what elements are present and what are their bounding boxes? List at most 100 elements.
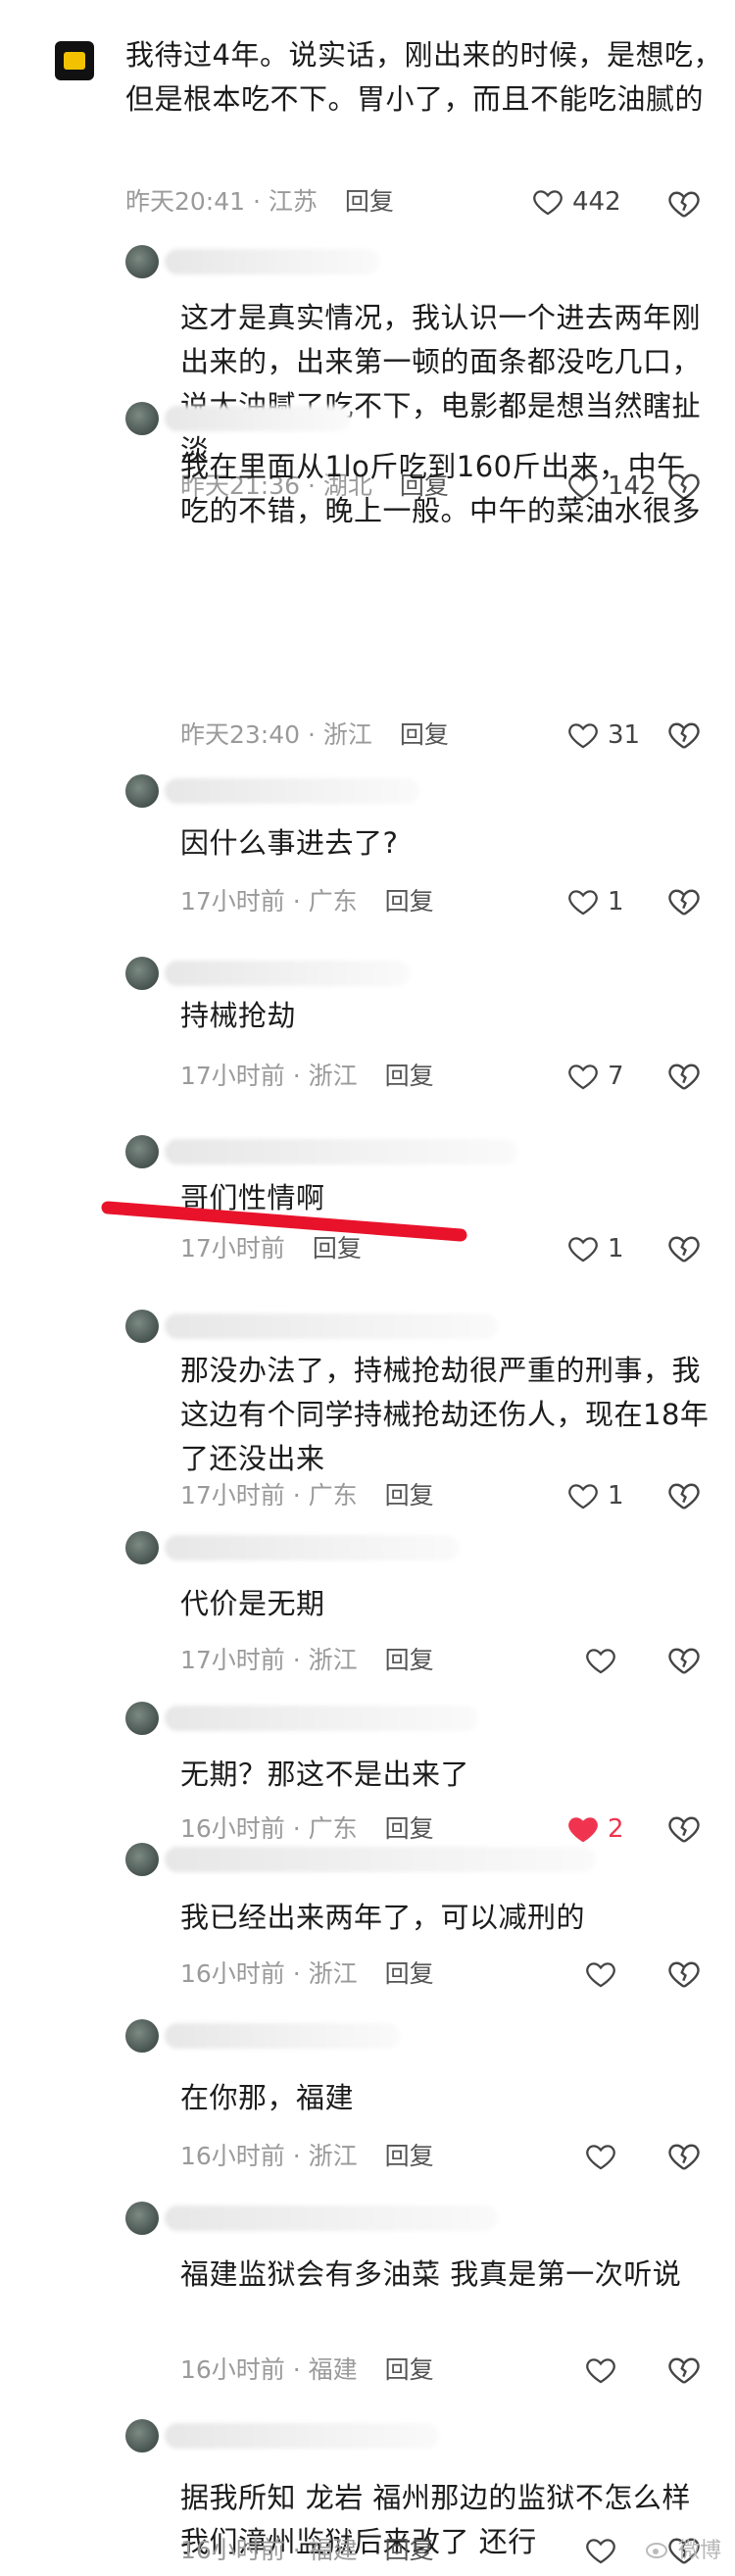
like-count: 1 [608,1481,624,1511]
reply-button[interactable]: 回复 [385,884,434,919]
comment-meta: 17小时前 · 广东 回复 [180,1478,434,1513]
like-button[interactable] [584,1955,625,1994]
weibo-logo-icon [645,2543,667,2558]
comment-region: 浙江 [308,2142,358,2170]
reply-button[interactable]: 回复 [385,1643,434,1678]
reply-button[interactable]: 回复 [385,1478,434,1513]
comment-region: 福建 [308,2536,358,2564]
avatar[interactable] [125,1702,159,1735]
avatar[interactable] [125,402,159,435]
like-button[interactable] [584,2137,625,2176]
heart-outline-icon [568,890,598,916]
blurred-username [165,1706,478,1731]
heart-outline-icon [533,190,563,216]
broken-heart-icon[interactable] [666,1643,702,1678]
comment-meta: 17小时前 · 广东 回复 [180,884,434,919]
avatar[interactable] [125,1843,159,1876]
heart-outline-icon [586,2145,615,2170]
blurred-username [165,2423,439,2449]
blurred-username [165,961,410,986]
heart-filled-icon [568,1817,598,1843]
heart-outline-icon [568,723,598,749]
reply-button[interactable]: 回复 [385,1059,434,1094]
like-button[interactable]: 31 [566,716,640,755]
comment-time: 17小时前 [180,887,285,916]
comment-time: 16小时前 [180,2142,285,2170]
comment-region: 浙江 [308,1062,358,1090]
like-button[interactable] [584,1641,625,1680]
broken-heart-icon[interactable] [666,884,702,919]
like-count: 31 [608,720,641,750]
comment-meta: 昨天23:40 · 浙江 回复 [180,718,449,753]
broken-heart-icon[interactable] [666,1957,702,1992]
avatar[interactable] [125,2419,159,2452]
like-count: 442 [572,187,621,217]
avatar[interactable] [125,1310,159,1343]
comment-meta: 昨天20:41 · 江苏 回复 [125,184,394,220]
comment-time: 17小时前 [180,1646,285,1674]
comment-region: 浙江 [308,1646,358,1674]
avatar[interactable] [125,2202,159,2235]
like-button[interactable]: 442 [531,182,621,222]
broken-heart-icon[interactable] [666,1811,702,1847]
blurred-username [165,1313,498,1339]
avatar[interactable] [125,774,159,808]
avatar[interactable] [125,245,159,278]
comment-meta: 16小时前 · 广东 回复 [180,1811,434,1847]
heart-outline-icon [568,1484,598,1510]
blurred-username [165,406,351,431]
comment-time: 16小时前 [180,2355,285,2384]
like-button[interactable]: 7 [566,1057,624,1096]
like-button[interactable]: 2 [566,1809,624,1849]
like-button[interactable]: 1 [566,1476,624,1515]
avatar[interactable] [125,1531,159,1564]
broken-heart-icon[interactable] [666,1478,702,1513]
comment-meta: 16小时前 · 福建 回复 [180,2533,434,2568]
like-button[interactable] [584,2351,625,2390]
comment-time: 昨天23:40 [180,720,301,749]
avatar[interactable] [125,957,159,990]
comment-meta: 17小时前 · 浙江 回复 [180,1643,434,1678]
comment-text: 那没办法了，持械抢劫很严重的刑事，我这边有个同学持械抢劫还伤人，现在18年了还没… [180,1354,710,1475]
like-button[interactable] [584,2531,625,2570]
like-button[interactable]: 1 [566,882,624,921]
comment-region: 广东 [308,887,358,916]
heart-outline-icon [586,2358,615,2384]
heart-outline-icon [586,1962,615,1988]
broken-heart-icon[interactable] [666,2139,702,2174]
comment-time: 昨天20:41 [125,187,246,216]
reply-button[interactable]: 回复 [385,2533,434,2568]
comment-region: 浙江 [308,1959,358,1988]
avatar[interactable] [125,2019,159,2053]
reply-button[interactable]: 回复 [385,2353,434,2388]
reply-button[interactable]: 回复 [385,1957,434,1992]
comment-meta: 16小时前 · 浙江 回复 [180,1957,434,1992]
broken-heart-icon[interactable] [666,186,702,222]
reply-button[interactable]: 回复 [385,1811,434,1847]
comment-text: 我待过4年。说实话，刚出来的时候，是想吃，但是根本吃不下。胃小了，而且不能吃油腻… [125,38,722,116]
reply-button[interactable]: 回复 [345,184,394,220]
broken-heart-icon[interactable] [666,718,702,753]
comment-region: 福建 [308,2355,358,2384]
comment-time: 16小时前 [180,1959,285,1988]
comment-time: 16小时前 [180,1814,285,1843]
like-count: 1 [608,887,624,916]
comment-time: 17小时前 [180,1062,285,1090]
blurred-username [165,778,419,804]
comment-region: 浙江 [322,720,372,749]
like-count: 2 [608,1814,624,1844]
red-annotation-stroke [101,1201,467,1242]
heart-outline-icon [568,1065,598,1090]
reply-button[interactable]: 回复 [385,2139,434,2174]
avatar[interactable] [55,41,94,80]
broken-heart-icon[interactable] [666,2353,702,2388]
comment-region: 江苏 [268,187,318,216]
comment-text: 代价是无期 [180,1587,325,1620]
comment-text: 在你那，福建 [180,2081,355,2114]
comment-text: 因什么事进去了? [180,826,399,860]
reply-button[interactable]: 回复 [400,718,449,753]
comment-time: 17小时前 [180,1481,285,1510]
like-count: 7 [608,1062,624,1091]
broken-heart-icon[interactable] [666,1059,702,1094]
blurred-username [165,1847,596,1872]
